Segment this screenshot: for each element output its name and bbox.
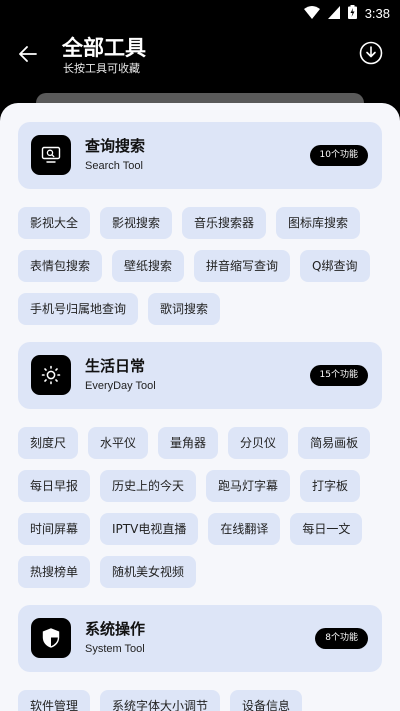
tool-chip[interactable]: 量角器 [158, 427, 219, 459]
status-time: 3:38 [364, 6, 390, 21]
tool-chip[interactable]: 影视搜索 [100, 207, 173, 239]
tool-chip[interactable]: 分贝仪 [228, 427, 289, 459]
feature-count-badge: 15个功能 [309, 365, 368, 386]
category-icon-box [31, 355, 71, 395]
tool-chip[interactable]: 简易画板 [298, 427, 371, 459]
signal-icon [327, 4, 340, 23]
tool-chip[interactable]: 跑马灯字幕 [206, 470, 291, 502]
arrow-left-icon [19, 46, 37, 62]
tool-row: 软件管理 系统字体大小调节 设备信息 [18, 690, 303, 711]
download-circle-icon [359, 41, 383, 65]
battery-icon [347, 4, 357, 23]
tools-sheet: 查询搜索 Search Tool 10个功能 影视大全 影视搜索 音乐搜索器 图… [0, 103, 400, 711]
category-title: 系统操作 [85, 620, 146, 638]
category-card-system[interactable]: 系统操作 System Tool 8个功能 [18, 605, 382, 672]
tool-chip[interactable]: 每日早报 [18, 470, 91, 502]
tool-chip[interactable]: 表情包搜索 [18, 250, 103, 282]
tool-chip[interactable]: 刻度尺 [18, 427, 79, 459]
page-title: 全部工具 [62, 36, 146, 60]
download-button[interactable] [358, 40, 384, 66]
tool-chip[interactable]: 音乐搜索器 [182, 207, 267, 239]
tool-chip[interactable]: 水平仪 [88, 427, 149, 459]
tool-chip[interactable]: 打字板 [300, 470, 361, 502]
shield-icon [42, 628, 60, 648]
tool-chip[interactable]: 手机号归属地查询 [18, 293, 139, 325]
tool-chip[interactable]: 软件管理 [18, 690, 91, 711]
tool-chip[interactable]: 歌词搜索 [148, 293, 221, 325]
category-title: 查询搜索 [85, 137, 146, 155]
feature-count-badge: 10个功能 [309, 145, 368, 166]
tool-row: 时间屏幕 IPTV电视直播 在线翻译 每日一文 [18, 513, 363, 545]
tool-row: 影视大全 影视搜索 音乐搜索器 图标库搜索 [18, 207, 361, 239]
tool-row: 手机号归属地查询 歌词搜索 [18, 293, 221, 325]
category-icon-box [31, 618, 71, 658]
tool-chip[interactable]: 壁纸搜索 [112, 250, 185, 282]
category-subtitle: System Tool [85, 643, 145, 655]
app-header: 全部工具 长按工具可收藏 [0, 24, 400, 104]
tool-chip[interactable]: Q绑查询 [300, 250, 370, 282]
tool-chip[interactable]: 在线翻译 [208, 513, 281, 545]
status-bar: 3:38 [0, 0, 400, 24]
tool-chip[interactable]: 图标库搜索 [276, 207, 361, 239]
tool-chip[interactable]: 随机美女视频 [100, 556, 197, 588]
category-title: 生活日常 [85, 357, 146, 375]
tool-chip[interactable]: 设备信息 [230, 690, 303, 711]
back-button[interactable] [14, 40, 42, 68]
tool-chip[interactable]: 时间屏幕 [18, 513, 91, 545]
category-subtitle: Search Tool [85, 160, 143, 172]
tool-chip[interactable]: 热搜榜单 [18, 556, 91, 588]
feature-count-badge: 8个功能 [315, 628, 368, 649]
sun-icon [41, 365, 61, 385]
tool-chip[interactable]: 影视大全 [18, 207, 91, 239]
tool-chip[interactable]: 系统字体大小调节 [100, 690, 221, 711]
tool-row: 热搜榜单 随机美女视频 [18, 556, 197, 588]
status-icons: 3:38 [303, 4, 390, 23]
tool-chip[interactable]: IPTV电视直播 [100, 513, 199, 545]
tool-row: 表情包搜索 壁纸搜索 拼音缩写查询 Q绑查询 [18, 250, 370, 282]
category-icon-box [31, 135, 71, 175]
category-card-everyday[interactable]: 生活日常 EveryDay Tool 15个功能 [18, 342, 382, 409]
tool-row: 每日早报 历史上的今天 跑马灯字幕 打字板 [18, 470, 361, 502]
wifi-icon [303, 4, 320, 23]
search-monitor-icon [41, 146, 61, 163]
page-subtitle: 长按工具可收藏 [63, 62, 140, 75]
tool-chip[interactable]: 每日一文 [290, 513, 363, 545]
tool-chip[interactable]: 拼音缩写查询 [194, 250, 291, 282]
category-card-search[interactable]: 查询搜索 Search Tool 10个功能 [18, 122, 382, 189]
tool-row: 刻度尺 水平仪 量角器 分贝仪 简易画板 [18, 427, 371, 459]
tool-chip[interactable]: 历史上的今天 [100, 470, 197, 502]
category-subtitle: EveryDay Tool [85, 380, 156, 392]
